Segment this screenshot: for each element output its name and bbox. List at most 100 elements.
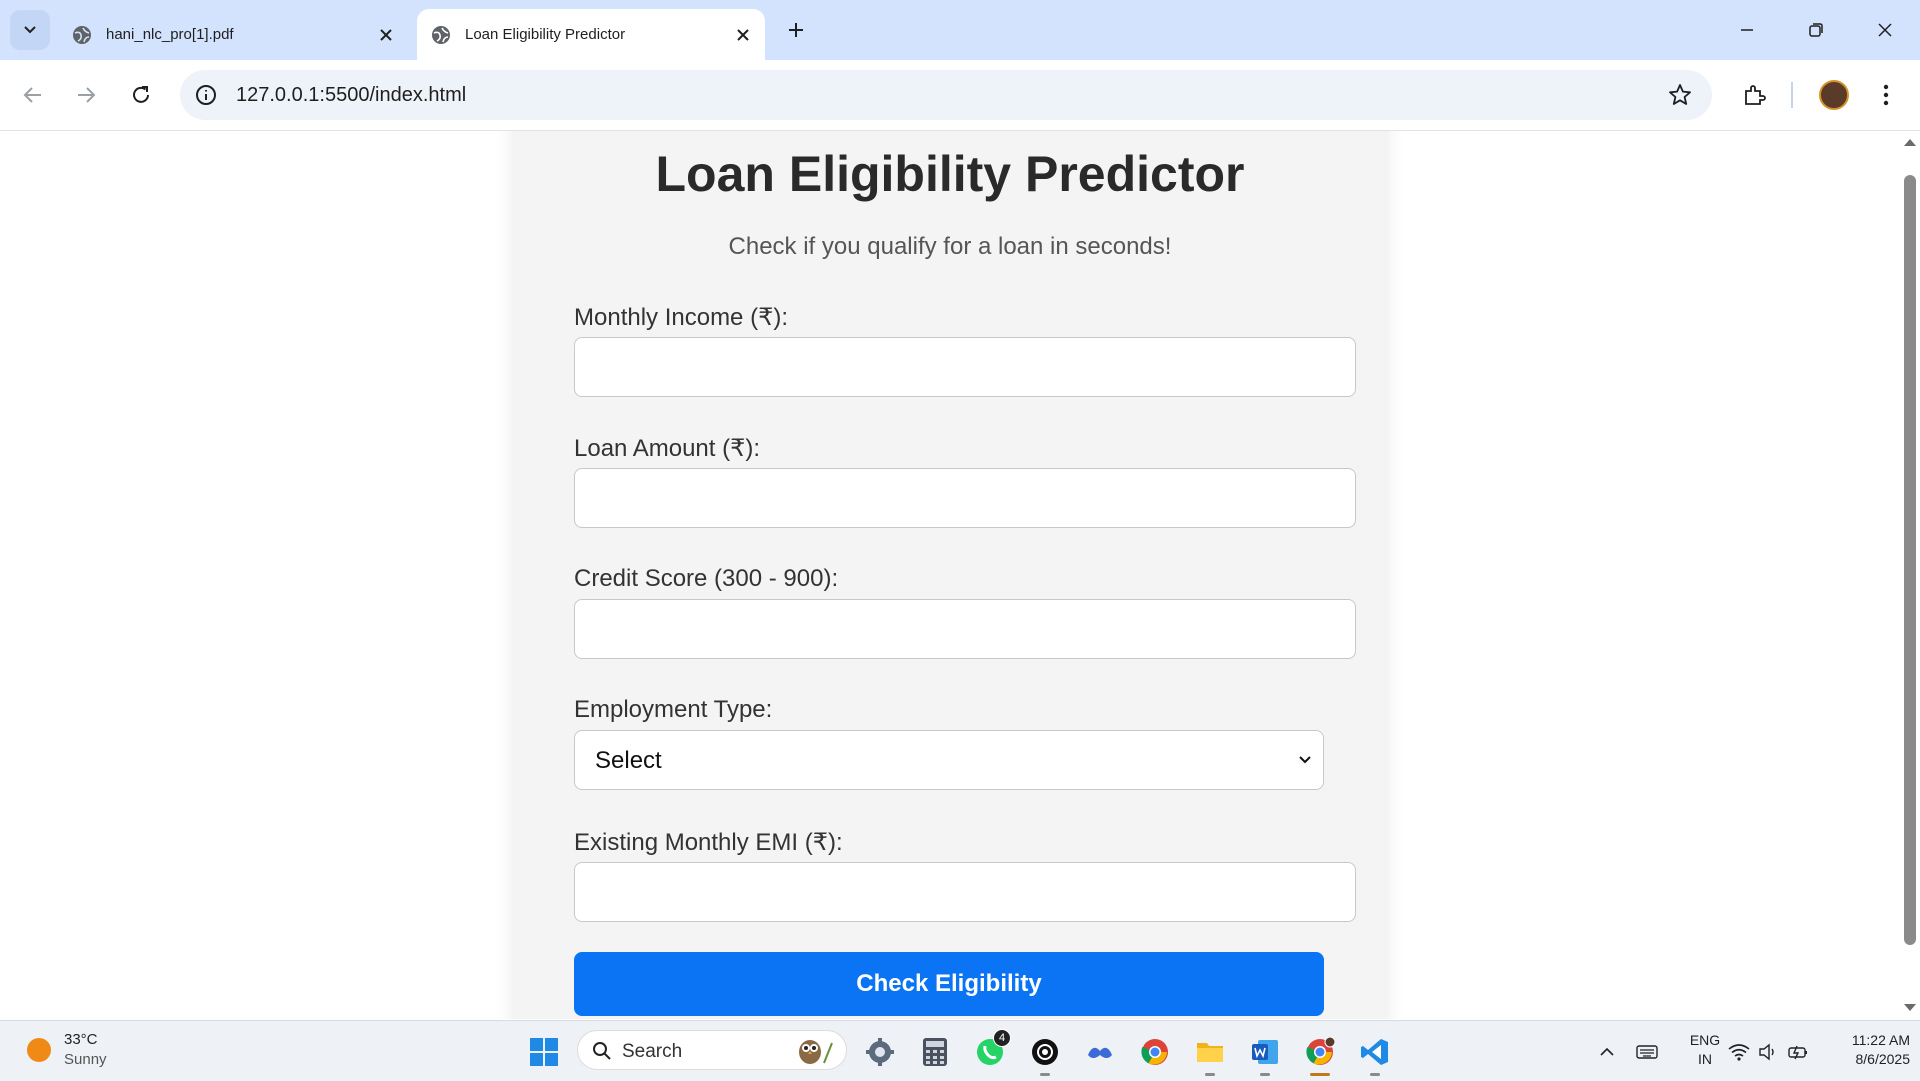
globe-icon bbox=[73, 25, 91, 44]
check-eligibility-button[interactable]: Check Eligibility bbox=[574, 952, 1324, 1016]
page-scrollbar[interactable] bbox=[1900, 131, 1920, 1019]
settings-app[interactable] bbox=[863, 1035, 897, 1069]
wifi-status[interactable] bbox=[1724, 1035, 1754, 1069]
puzzle-icon bbox=[1745, 85, 1766, 105]
weather-condition[interactable]: Sunny bbox=[64, 1051, 107, 1068]
file-explorer-app[interactable] bbox=[1193, 1035, 1227, 1069]
info-icon[interactable] bbox=[194, 83, 218, 107]
plus-icon bbox=[789, 23, 803, 37]
chrome-profile-app[interactable] bbox=[1303, 1035, 1337, 1069]
vscode-app[interactable] bbox=[1358, 1035, 1392, 1069]
chevron-down-icon bbox=[1299, 756, 1311, 764]
close-icon bbox=[1878, 23, 1892, 37]
clock-time: 11:22 AM bbox=[1851, 1032, 1910, 1048]
battery-status[interactable] bbox=[1783, 1035, 1813, 1069]
language-indicator[interactable]: ENG IN bbox=[1680, 1031, 1730, 1069]
minimize-button[interactable] bbox=[1724, 8, 1770, 52]
close-window-button[interactable] bbox=[1862, 8, 1908, 52]
existing-emi-input[interactable] bbox=[574, 862, 1356, 922]
running-indicator bbox=[1260, 1073, 1270, 1076]
language-code: ENG bbox=[1689, 1032, 1721, 1048]
arrow-left-icon bbox=[23, 87, 41, 103]
volume-status[interactable] bbox=[1753, 1035, 1783, 1069]
touch-keyboard-button[interactable] bbox=[1630, 1035, 1664, 1069]
address-bar[interactable]: 127.0.0.1:5500/index.html bbox=[180, 70, 1712, 120]
show-hidden-icons-button[interactable] bbox=[1590, 1035, 1624, 1069]
word-icon bbox=[1252, 1040, 1278, 1064]
chevron-down-icon bbox=[24, 26, 36, 34]
whatsapp-notification-badge: 4 bbox=[993, 1029, 1011, 1047]
scroll-up-arrow-icon[interactable] bbox=[1903, 137, 1917, 147]
chatgpt-app[interactable] bbox=[1028, 1035, 1062, 1069]
copilot-icon bbox=[1088, 1047, 1112, 1058]
scrollbar-thumb[interactable] bbox=[1904, 175, 1916, 945]
arrow-right-icon bbox=[78, 87, 96, 103]
employment-selected-value: Select bbox=[595, 747, 662, 774]
tab-pdf[interactable]: hani_nlc_pro[1].pdf bbox=[58, 9, 408, 60]
loan-amount-input[interactable] bbox=[574, 468, 1356, 528]
system-clock[interactable]: 11:22 AM 8/6/2025 bbox=[1820, 1031, 1910, 1069]
search-placeholder: Search bbox=[622, 1041, 683, 1062]
restore-button[interactable] bbox=[1793, 8, 1839, 52]
copilot-app[interactable] bbox=[1083, 1035, 1117, 1069]
scroll-down-arrow-icon[interactable] bbox=[1903, 1003, 1917, 1013]
settings-gear-icon bbox=[866, 1038, 894, 1066]
loan-amount-label: Loan Amount (₹): bbox=[574, 435, 761, 462]
wifi-icon bbox=[1728, 1044, 1750, 1061]
toolbar-separator bbox=[1791, 82, 1793, 108]
word-app[interactable] bbox=[1248, 1035, 1282, 1069]
reload-button[interactable] bbox=[123, 77, 159, 113]
search-icon bbox=[593, 1042, 611, 1060]
chrome-icon bbox=[1306, 1037, 1335, 1065]
tab-title: Loan Eligibility Predictor bbox=[465, 26, 626, 43]
back-button[interactable] bbox=[15, 77, 51, 113]
close-tab-button[interactable] bbox=[372, 21, 400, 49]
weather-temperature[interactable]: 33°C bbox=[64, 1031, 98, 1048]
browser-tab-bar: hani_nlc_pro[1].pdf Loan Eligibility Pre… bbox=[0, 0, 1920, 60]
close-icon bbox=[380, 28, 392, 41]
chevron-up-icon bbox=[1600, 1047, 1614, 1056]
credit-score-input[interactable] bbox=[574, 599, 1356, 659]
close-icon bbox=[737, 28, 749, 41]
calculator-app[interactable] bbox=[918, 1035, 952, 1069]
new-tab-button[interactable] bbox=[780, 14, 812, 46]
page-viewport: Loan Eligibility Predictor Check if you … bbox=[0, 131, 1900, 1019]
bookmark-star-icon[interactable] bbox=[1668, 83, 1692, 107]
page-subtitle: Check if you qualify for a loan in secon… bbox=[728, 233, 1172, 260]
more-vert-icon bbox=[1883, 84, 1889, 106]
browser-toolbar: 127.0.0.1:5500/index.html bbox=[0, 60, 1920, 131]
forward-button[interactable] bbox=[68, 77, 104, 113]
active-app-indicator bbox=[1310, 1073, 1330, 1076]
tab-title: hani_nlc_pro[1].pdf bbox=[106, 26, 234, 43]
taskbar-search[interactable]: Search bbox=[577, 1030, 847, 1070]
menu-button[interactable] bbox=[1868, 77, 1904, 113]
whatsapp-app[interactable]: 4 bbox=[973, 1029, 1011, 1069]
employment-type-select[interactable]: Select bbox=[574, 730, 1324, 790]
page-title: Loan Eligibility Predictor bbox=[655, 146, 1245, 202]
clock-date: 8/6/2025 bbox=[1855, 1051, 1911, 1067]
globe-icon bbox=[432, 25, 450, 44]
language-region: IN bbox=[1698, 1051, 1712, 1067]
windows-taskbar: 33°C Sunny Search 4 ENG IN 11:22 AM 8/6/… bbox=[0, 1020, 1920, 1081]
running-indicator bbox=[1370, 1073, 1380, 1076]
tab-search-button[interactable] bbox=[10, 10, 50, 50]
monthly-income-label: Monthly Income (₹): bbox=[574, 304, 788, 331]
tab-loan-predictor[interactable]: Loan Eligibility Predictor bbox=[417, 9, 765, 60]
profile-avatar[interactable] bbox=[1819, 80, 1849, 110]
credit-score-label: Credit Score (300 - 900): bbox=[574, 565, 839, 592]
keyboard-icon bbox=[1636, 1045, 1658, 1059]
chrome-app[interactable] bbox=[1138, 1035, 1172, 1069]
minimize-icon bbox=[1741, 29, 1753, 31]
existing-emi-label: Existing Monthly EMI (₹): bbox=[574, 829, 843, 856]
start-button[interactable] bbox=[527, 1035, 561, 1069]
url-text[interactable]: 127.0.0.1:5500/index.html bbox=[236, 84, 466, 107]
close-tab-button[interactable] bbox=[729, 21, 757, 49]
extensions-button[interactable] bbox=[1736, 77, 1772, 113]
weather-sun-icon[interactable] bbox=[27, 1038, 51, 1062]
monthly-income-input[interactable] bbox=[574, 337, 1356, 397]
folder-icon bbox=[1197, 1043, 1223, 1062]
running-indicator bbox=[1040, 1073, 1050, 1076]
owl-doodle-icon bbox=[799, 1040, 833, 1064]
calculator-icon bbox=[923, 1038, 947, 1066]
speaker-icon bbox=[1759, 1043, 1774, 1061]
